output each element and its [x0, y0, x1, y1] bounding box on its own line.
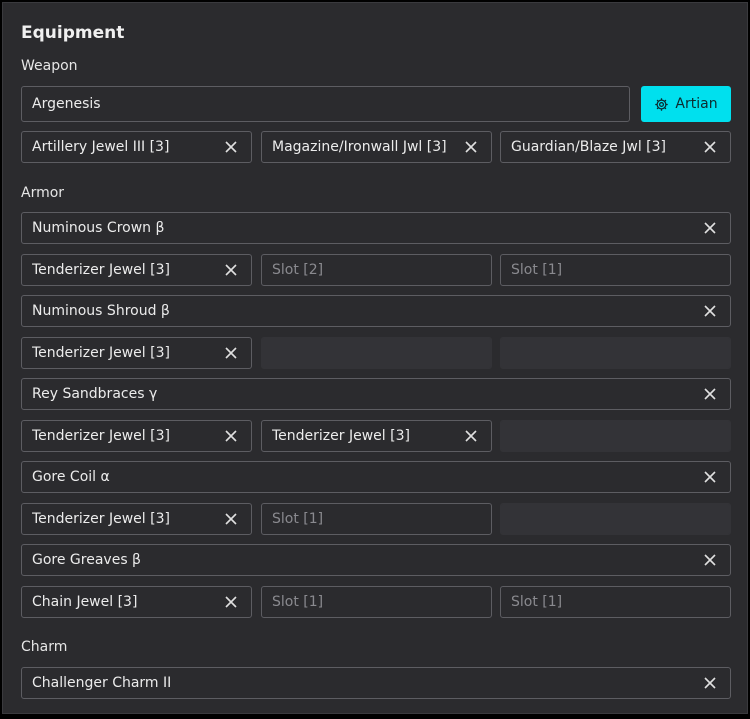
- close-icon[interactable]: [461, 137, 481, 157]
- close-icon[interactable]: [700, 550, 720, 570]
- jewel-name: Tenderizer Jewel [3]: [32, 262, 170, 278]
- armor-name: Rey Sandbraces γ: [32, 386, 158, 402]
- weapon-jewel-slot-2[interactable]: Magazine/Ironwall Jwl [3]: [261, 131, 492, 163]
- jewel-name: Chain Jewel [3]: [32, 594, 138, 610]
- armor-chest-slot-3-empty: [500, 337, 731, 369]
- charm-input[interactable]: Challenger Charm II: [21, 667, 731, 699]
- charm-label: Charm: [21, 639, 68, 655]
- armor-waist-slot-1[interactable]: Tenderizer Jewel [3]: [21, 503, 252, 535]
- armor-arms-slot-2[interactable]: Tenderizer Jewel [3]: [261, 420, 492, 452]
- weapon-name: Argenesis: [32, 96, 101, 112]
- armor-arms-slot-1[interactable]: Tenderizer Jewel [3]: [21, 420, 252, 452]
- jewel-name: Magazine/Ironwall Jwl [3]: [272, 139, 447, 155]
- armor-piece-chest[interactable]: Numinous Shroud β: [21, 295, 731, 327]
- armor-name: Gore Coil α: [32, 469, 110, 485]
- close-icon[interactable]: [700, 301, 720, 321]
- close-icon[interactable]: [700, 673, 720, 693]
- slot-placeholder: Slot [1]: [511, 594, 563, 610]
- armor-piece-head[interactable]: Numinous Crown β: [21, 212, 731, 244]
- equipment-panel: Equipment Weapon Argenesis Artian Artill…: [2, 2, 748, 714]
- close-icon[interactable]: [221, 592, 241, 612]
- jewel-name: Tenderizer Jewel [3]: [32, 428, 170, 444]
- jewel-name: Guardian/Blaze Jwl [3]: [511, 139, 666, 155]
- close-icon[interactable]: [221, 260, 241, 280]
- close-icon[interactable]: [461, 426, 481, 446]
- jewel-name: Tenderizer Jewel [3]: [32, 511, 170, 527]
- jewel-name: Tenderizer Jewel [3]: [32, 345, 170, 361]
- slot-placeholder: Slot [2]: [272, 262, 324, 278]
- artian-label: Artian: [675, 96, 718, 112]
- armor-name: Numinous Shroud β: [32, 303, 170, 319]
- armor-legs-slot-2[interactable]: Slot [1]: [261, 586, 492, 618]
- weapon-input[interactable]: Argenesis: [21, 86, 630, 122]
- close-icon[interactable]: [700, 137, 720, 157]
- close-icon[interactable]: [700, 467, 720, 487]
- close-icon[interactable]: [700, 384, 720, 404]
- armor-piece-waist[interactable]: Gore Coil α: [21, 461, 731, 493]
- close-icon[interactable]: [221, 137, 241, 157]
- weapon-jewel-slot-3[interactable]: Guardian/Blaze Jwl [3]: [500, 131, 731, 163]
- armor-head-slot-3[interactable]: Slot [1]: [500, 254, 731, 286]
- armor-head-slot-1[interactable]: Tenderizer Jewel [3]: [21, 254, 252, 286]
- slot-placeholder: Slot [1]: [511, 262, 563, 278]
- armor-legs-slot-1[interactable]: Chain Jewel [3]: [21, 586, 252, 618]
- jewel-name: Artillery Jewel III [3]: [32, 139, 170, 155]
- armor-name: Gore Greaves β: [32, 552, 141, 568]
- slot-placeholder: Slot [1]: [272, 511, 324, 527]
- armor-chest-slot-2-empty: [261, 337, 492, 369]
- armor-waist-slot-3-empty: [500, 503, 731, 535]
- armor-arms-slot-3-empty: [500, 420, 731, 452]
- charm-name: Challenger Charm II: [32, 675, 172, 691]
- armor-legs-slot-3[interactable]: Slot [1]: [500, 586, 731, 618]
- panel-title: Equipment: [21, 23, 125, 43]
- armor-label: Armor: [21, 185, 65, 201]
- armor-head-slot-2[interactable]: Slot [2]: [261, 254, 492, 286]
- jewel-name: Tenderizer Jewel [3]: [272, 428, 410, 444]
- close-icon[interactable]: [221, 509, 241, 529]
- artian-button[interactable]: Artian: [641, 86, 731, 122]
- armor-piece-legs[interactable]: Gore Greaves β: [21, 544, 731, 576]
- weapon-label: Weapon: [21, 58, 78, 74]
- armor-waist-slot-2[interactable]: Slot [1]: [261, 503, 492, 535]
- slot-placeholder: Slot [1]: [272, 594, 324, 610]
- armor-piece-arms[interactable]: Rey Sandbraces γ: [21, 378, 731, 410]
- close-icon[interactable]: [221, 343, 241, 363]
- close-icon[interactable]: [221, 426, 241, 446]
- armor-chest-slot-1[interactable]: Tenderizer Jewel [3]: [21, 337, 252, 369]
- armor-name: Numinous Crown β: [32, 220, 165, 236]
- weapon-jewel-slot-1[interactable]: Artillery Jewel III [3]: [21, 131, 252, 163]
- close-icon[interactable]: [700, 218, 720, 238]
- gear-icon: [655, 97, 669, 111]
